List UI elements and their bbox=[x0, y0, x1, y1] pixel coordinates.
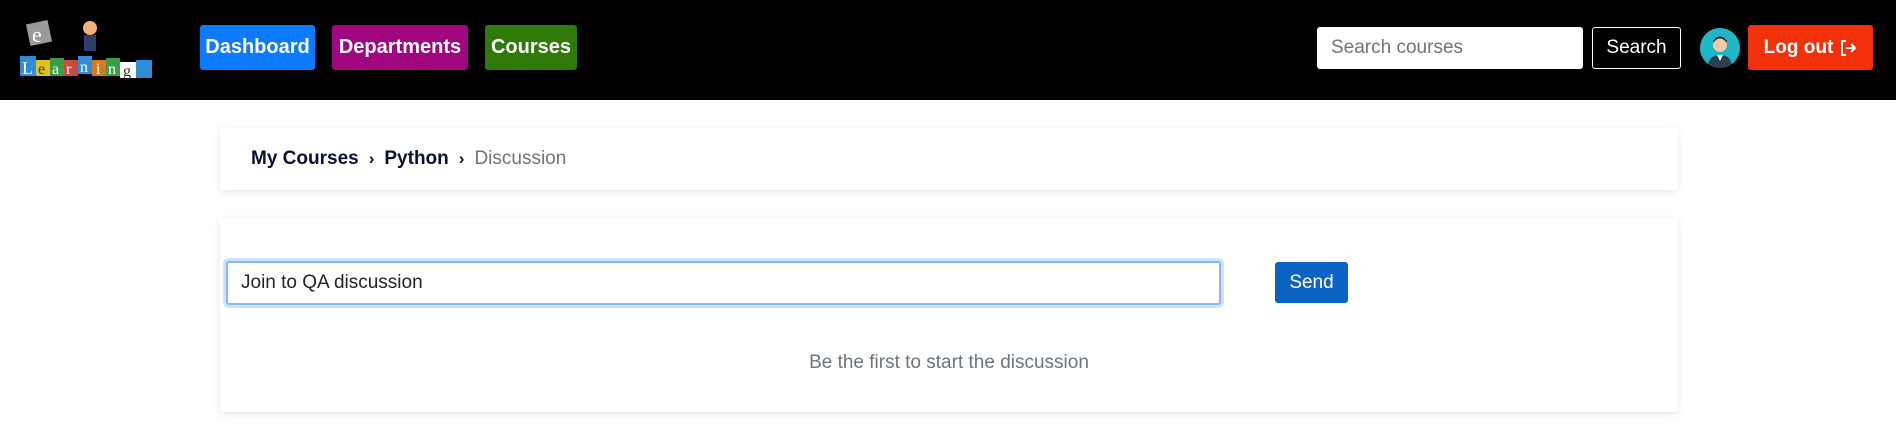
user-avatar-icon bbox=[1700, 28, 1740, 68]
svg-text:n: n bbox=[108, 61, 116, 78]
svg-text:i: i bbox=[96, 61, 101, 78]
dashboard-button[interactable]: Dashboard bbox=[200, 25, 315, 70]
svg-text:a: a bbox=[52, 61, 59, 78]
svg-text:r: r bbox=[66, 61, 72, 78]
breadcrumb-my-courses[interactable]: My Courses bbox=[251, 148, 359, 170]
breadcrumb-python[interactable]: Python bbox=[384, 148, 448, 170]
courses-button[interactable]: Courses bbox=[485, 25, 577, 70]
chevron-right-icon: › bbox=[458, 149, 465, 168]
search-button[interactable]: Search bbox=[1592, 27, 1681, 69]
discussion-input[interactable] bbox=[226, 261, 1221, 305]
svg-text:g: g bbox=[123, 63, 131, 80]
send-button[interactable]: Send bbox=[1275, 262, 1348, 303]
chevron-right-icon: › bbox=[368, 149, 375, 168]
empty-discussion-message: Be the first to start the discussion bbox=[809, 352, 1089, 373]
logout-label: Log out bbox=[1763, 36, 1834, 58]
sign-out-icon bbox=[1841, 39, 1857, 56]
discussion-card: Send Be the first to start the discussio… bbox=[220, 218, 1678, 412]
svg-text:L: L bbox=[22, 58, 33, 78]
departments-button[interactable]: Departments bbox=[332, 25, 468, 70]
logout-button[interactable]: Log out bbox=[1748, 25, 1873, 70]
elearning-logo-image: e L e a r n i n g bbox=[20, 19, 152, 80]
elearning-logo[interactable]: e L e a r n i n g bbox=[18, 18, 174, 80]
breadcrumb: My Courses › Python › Discussion bbox=[220, 128, 1678, 190]
svg-text:n: n bbox=[80, 59, 88, 76]
svg-text:e: e bbox=[32, 22, 42, 47]
svg-text:e: e bbox=[38, 61, 45, 78]
breadcrumb-current: Discussion bbox=[474, 148, 567, 169]
user-avatar[interactable] bbox=[1700, 28, 1740, 68]
top-navbar: e L e a r n i n g Dashboard Departments … bbox=[0, 0, 1896, 100]
search-input[interactable] bbox=[1317, 27, 1583, 69]
